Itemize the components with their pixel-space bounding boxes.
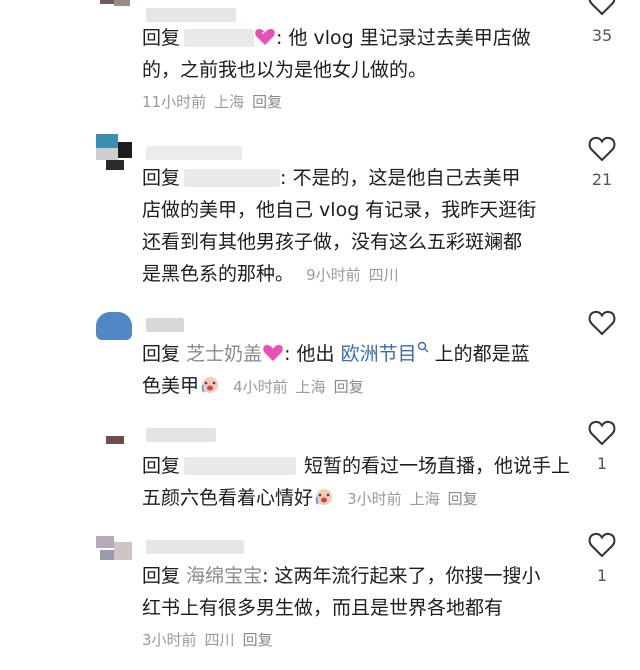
reply-to-username[interactable]: 芝士奶盖: [186, 343, 262, 365]
like-count: 21: [591, 170, 613, 189]
timestamp: 9小时前: [306, 266, 361, 284]
timestamp: 11小时前: [142, 93, 207, 111]
pink-heart-emoji: [263, 345, 283, 361]
comment-line: 五颜六色看着心情好: [142, 487, 314, 509]
comment-meta: 4小时前 上海 回复: [233, 378, 372, 396]
comment-line: 短暂的看过一场直播，他说手上: [304, 455, 571, 477]
location: 上海: [214, 93, 245, 111]
reply-button[interactable]: 回复: [448, 490, 478, 508]
comment-line: : 他出: [284, 343, 341, 365]
timestamp: 3小时前: [142, 631, 197, 649]
blurred-username[interactable]: [184, 29, 255, 47]
heart-outline-icon[interactable]: [588, 310, 616, 336]
comment-text: 回复 芝士奶盖: 他出 欧洲节目 上的都是蓝 色美甲 4小时前 上海 回复: [142, 338, 582, 402]
blurred-username[interactable]: [184, 457, 297, 475]
heart-outline-icon[interactable]: [588, 532, 616, 558]
comment-line: 红书上有很多男生做，而且是世界各地都有: [142, 597, 504, 619]
reply-button[interactable]: 回复: [252, 93, 282, 111]
location: 四川: [368, 266, 399, 284]
reply-button[interactable]: 回复: [334, 378, 364, 396]
comment-line: 店做的美甲，他自己 vlog 有记录，我昨天逛街: [142, 199, 537, 221]
blurred-username[interactable]: [184, 169, 281, 187]
heart-outline-icon[interactable]: [588, 0, 616, 16]
comment-line: : 这两年流行起来了，你搜一搜小: [262, 565, 541, 587]
like-count: 1: [596, 454, 608, 473]
comment-line: 是黑色系的那种。: [142, 263, 295, 285]
comment-meta: 9小时前 四川: [306, 266, 407, 284]
comment-line: 上的都是蓝: [428, 343, 530, 365]
username[interactable]: [146, 318, 184, 332]
reply-keyword: 回复: [142, 565, 181, 587]
comment-meta: 3小时前 上海 回复: [347, 490, 486, 508]
comment-line: 还看到有其他男孩子做，没有这么五彩斑斓都: [142, 231, 523, 253]
username[interactable]: [146, 540, 244, 554]
avatar[interactable]: [96, 430, 138, 468]
search-link[interactable]: 欧洲节目: [341, 343, 417, 365]
avatar[interactable]: [96, 0, 138, 22]
reply-button[interactable]: 回复: [243, 631, 273, 649]
like-count: 1: [596, 566, 608, 585]
location: 上海: [295, 378, 326, 396]
username[interactable]: [146, 8, 236, 22]
location: 四川: [204, 631, 235, 649]
avatar[interactable]: [96, 532, 138, 570]
like-count: 35: [591, 26, 613, 45]
heart-outline-icon[interactable]: [588, 136, 616, 162]
pink-heart-emoji: [255, 29, 275, 45]
timestamp: 3小时前: [347, 490, 402, 508]
comment-line: 色美甲: [142, 375, 200, 397]
comment-text: 回复 : 不是的，这是他自己去美甲 店做的美甲，他自己 vlog 有记录，我昨天逛…: [142, 162, 582, 290]
username[interactable]: [146, 428, 216, 442]
comment-line: : 不是的，这是他自己去美甲: [280, 167, 521, 189]
heart-outline-icon[interactable]: [588, 420, 616, 446]
crying-face-emoji: [315, 489, 333, 505]
comment-line: 的，之前我也以为是他女儿做的。: [142, 59, 428, 81]
search-icon[interactable]: [417, 341, 429, 353]
reply-keyword: 回复: [142, 167, 181, 189]
comment-meta: 3小时前 四川 回复: [142, 630, 281, 650]
comment-meta: 11小时前 上海 回复: [142, 92, 290, 112]
comment-text: 回复 短暂的看过一场直播，他说手上 五颜六色看着心情好 3小时前 上海 回复: [142, 450, 582, 514]
reply-keyword: 回复: [142, 343, 181, 365]
reply-keyword: 回复: [142, 455, 181, 477]
comment-text: 回复 : 他 vlog 里记录过去美甲店做 的，之前我也以为是他女儿做的。: [142, 22, 582, 86]
reply-to-username[interactable]: 海绵宝宝: [186, 565, 262, 587]
timestamp: 4小时前: [233, 378, 288, 396]
crying-face-emoji: [201, 377, 219, 393]
avatar[interactable]: [96, 306, 138, 344]
comment-line: : 他 vlog 里记录过去美甲店做: [276, 27, 531, 49]
username[interactable]: [146, 146, 242, 160]
location: 上海: [409, 490, 440, 508]
comment-text: 回复 海绵宝宝: 这两年流行起来了，你搜一搜小 红书上有很多男生做，而且是世界各…: [142, 560, 582, 624]
reply-keyword: 回复: [142, 27, 181, 49]
avatar[interactable]: [96, 134, 138, 172]
